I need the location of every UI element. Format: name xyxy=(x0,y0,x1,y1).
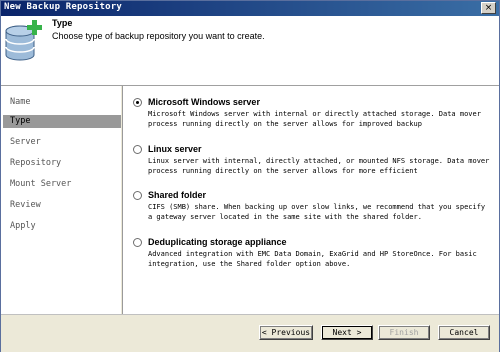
next-button[interactable]: Next > xyxy=(321,325,373,340)
wizard-header: Type Choose type of backup repository yo… xyxy=(1,16,499,86)
radio-windows-server[interactable] xyxy=(133,98,142,107)
option-description: Microsoft Windows server with internal o… xyxy=(148,110,481,128)
option-label: Linux server xyxy=(148,144,202,154)
database-add-icon xyxy=(5,20,42,61)
page-title: Type xyxy=(52,18,73,28)
radio-shared-folder[interactable] xyxy=(133,191,142,200)
option-description: CIFS (SMB) share. When backing up over s… xyxy=(148,203,486,221)
radio-dedup-appliance[interactable] xyxy=(133,238,142,247)
cancel-button[interactable]: Cancel xyxy=(438,325,490,340)
option-label: Microsoft Windows server xyxy=(148,97,260,107)
option-description: Linux server with internal, directly att… xyxy=(148,157,490,175)
step-repository[interactable]: Repository xyxy=(3,157,121,170)
wizard-steps: Name Type Server Repository Mount Server… xyxy=(1,86,121,314)
page-subtitle: Choose type of backup repository you wan… xyxy=(52,31,265,41)
step-name[interactable]: Name xyxy=(3,96,121,109)
step-apply[interactable]: Apply xyxy=(3,220,121,233)
option-description: Advanced integration with EMC Data Domai… xyxy=(148,250,477,268)
step-review[interactable]: Review xyxy=(3,199,121,212)
wizard-window: New Backup Repository × Type Choose type… xyxy=(0,0,500,352)
step-type[interactable]: Type xyxy=(3,115,121,128)
step-server[interactable]: Server xyxy=(3,136,121,149)
option-label: Deduplicating storage appliance xyxy=(148,237,287,247)
title-bar[interactable]: New Backup Repository × xyxy=(1,1,499,16)
type-options: Microsoft Windows server Microsoft Windo… xyxy=(122,86,499,314)
option-label: Shared folder xyxy=(148,190,207,200)
wizard-footer: < Previous Next > Finish Cancel xyxy=(1,314,499,352)
step-mount-server[interactable]: Mount Server xyxy=(3,178,121,191)
finish-button[interactable]: Finish xyxy=(378,325,430,340)
window-title: New Backup Repository xyxy=(4,2,122,12)
previous-button[interactable]: < Previous xyxy=(259,325,313,340)
close-icon[interactable]: × xyxy=(481,2,496,14)
radio-linux-server[interactable] xyxy=(133,145,142,154)
